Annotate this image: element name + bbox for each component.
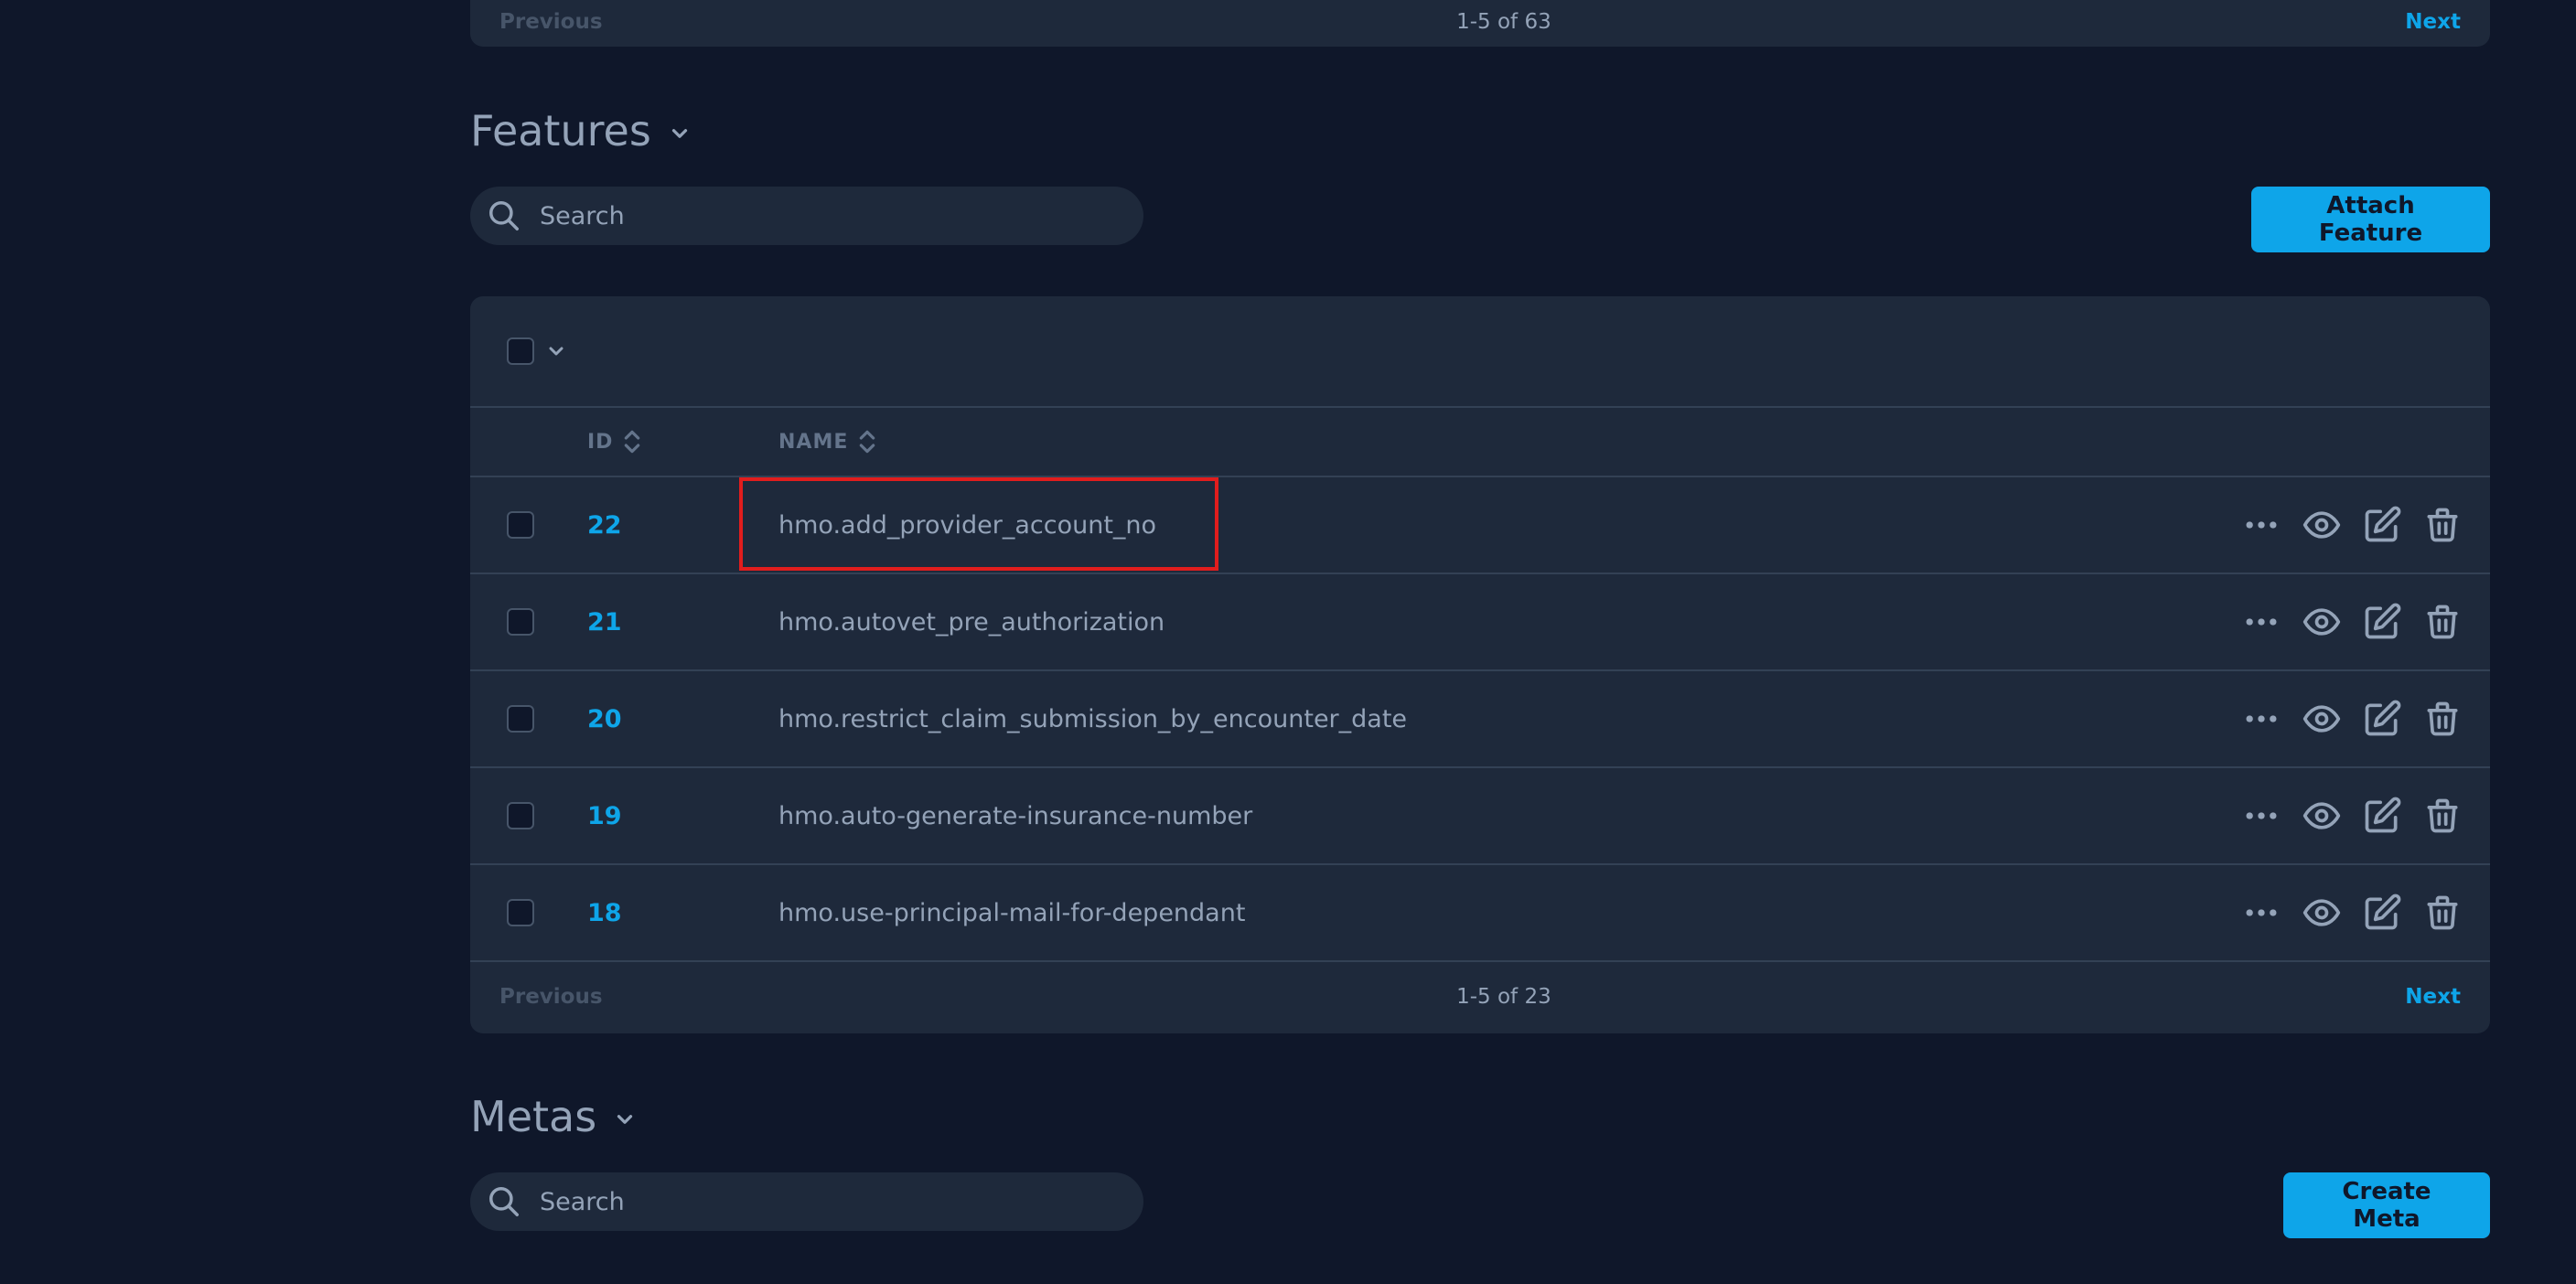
more-icon[interactable]: [2241, 602, 2281, 642]
table-body: 22 hmo.add_provider_account_no 21 hmo.autov…: [470, 477, 2490, 962]
row-id-link[interactable]: 19: [587, 768, 622, 863]
row-checkbox[interactable]: [507, 511, 534, 539]
row-id-link[interactable]: 20: [587, 671, 622, 766]
row-actions: [2241, 477, 2463, 572]
more-icon[interactable]: [2241, 796, 2281, 836]
chevron-down-icon: [617, 1115, 633, 1124]
more-icon[interactable]: [2241, 699, 2281, 739]
previous-table-footer: Previous 1-5 of 63 Next: [470, 0, 2490, 47]
metas-title: Metas: [470, 1092, 597, 1141]
chevron-down-icon[interactable]: [545, 340, 567, 362]
edit-icon[interactable]: [2362, 699, 2402, 739]
row-checkbox[interactable]: [507, 608, 534, 636]
trash-icon[interactable]: [2422, 505, 2463, 545]
features-title: Features: [470, 106, 651, 155]
next-page-link[interactable]: Next: [2405, 10, 2461, 34]
row-id-link[interactable]: 22: [587, 477, 622, 572]
row-actions: [2241, 671, 2463, 766]
row-actions: [2241, 768, 2463, 863]
next-page-link[interactable]: Next: [2405, 985, 2461, 1009]
table-toolbar: [470, 296, 2490, 408]
row-name: hmo.add_provider_account_no: [778, 510, 1157, 540]
column-label-name: NAME: [778, 430, 849, 454]
row-checkbox[interactable]: [507, 899, 534, 926]
row-name: hmo.autovet_pre_authorization: [778, 607, 1165, 637]
search-icon: [489, 1187, 519, 1216]
row-name: hmo.auto-generate-insurance-number: [778, 801, 1253, 830]
attach-feature-button[interactable]: Attach Feature: [2251, 187, 2490, 252]
sort-icon: [860, 430, 875, 454]
trash-icon[interactable]: [2422, 796, 2463, 836]
select-all-checkbox[interactable]: [507, 337, 534, 365]
column-header-name[interactable]: NAME: [778, 408, 877, 476]
previous-page-link[interactable]: Previous: [499, 985, 603, 1009]
pagination-count: 1-5 of 23: [1456, 985, 1551, 1009]
metas-section-toggle[interactable]: Metas: [470, 1092, 637, 1141]
pagination-count: 1-5 of 63: [1456, 10, 1551, 34]
table-row[interactable]: 22 hmo.add_provider_account_no: [470, 477, 2490, 574]
row-checkbox[interactable]: [507, 705, 534, 733]
sort-icon: [625, 430, 640, 454]
metas-search-input[interactable]: [538, 1186, 1090, 1217]
features-table: ID NAME 22 hmo.add_provider_account_no 21 h…: [470, 296, 2490, 1033]
more-icon[interactable]: [2241, 893, 2281, 933]
search-icon: [489, 201, 519, 230]
eye-icon[interactable]: [2302, 893, 2342, 933]
row-actions: [2241, 865, 2463, 960]
edit-icon[interactable]: [2362, 505, 2402, 545]
resource-detail-page: Previous 1-5 of 63 Next Features Attach …: [0, 0, 2576, 1284]
create-meta-button[interactable]: Create Meta: [2283, 1172, 2490, 1238]
eye-icon[interactable]: [2302, 602, 2342, 642]
trash-icon[interactable]: [2422, 699, 2463, 739]
table-row[interactable]: 18 hmo.use-principal-mail-for-dependant: [470, 865, 2490, 962]
eye-icon[interactable]: [2302, 505, 2342, 545]
table-row[interactable]: 19 hmo.auto-generate-insurance-number: [470, 768, 2490, 865]
row-checkbox[interactable]: [507, 802, 534, 829]
previous-table-pager: Previous 1-5 of 63 Next: [470, 0, 2490, 44]
table-row[interactable]: 21 hmo.autovet_pre_authorization: [470, 574, 2490, 671]
eye-icon[interactable]: [2302, 699, 2342, 739]
edit-icon[interactable]: [2362, 796, 2402, 836]
column-header-id[interactable]: ID: [587, 408, 642, 476]
row-id-link[interactable]: 18: [587, 865, 622, 960]
previous-page-link[interactable]: Previous: [499, 10, 603, 34]
features-search-input[interactable]: [538, 200, 1090, 231]
edit-icon[interactable]: [2362, 602, 2402, 642]
features-table-footer: Previous 1-5 of 23 Next: [470, 960, 2490, 1033]
table-header: ID NAME: [470, 408, 2490, 477]
row-id-link[interactable]: 21: [587, 574, 622, 669]
table-row[interactable]: 20 hmo.restrict_claim_submission_by_encou…: [470, 671, 2490, 768]
features-search: [470, 187, 1143, 245]
row-name: hmo.restrict_claim_submission_by_encount…: [778, 704, 1408, 733]
row-actions: [2241, 574, 2463, 669]
features-pager: Previous 1-5 of 23 Next: [470, 960, 2490, 1033]
trash-icon[interactable]: [2422, 602, 2463, 642]
row-name: hmo.use-principal-mail-for-dependant: [778, 898, 1246, 927]
metas-search: [470, 1172, 1143, 1231]
edit-icon[interactable]: [2362, 893, 2402, 933]
features-section-toggle[interactable]: Features: [470, 106, 692, 155]
eye-icon[interactable]: [2302, 796, 2342, 836]
more-icon[interactable]: [2241, 505, 2281, 545]
column-label-id: ID: [587, 430, 614, 454]
trash-icon[interactable]: [2422, 893, 2463, 933]
chevron-down-icon: [671, 129, 687, 138]
